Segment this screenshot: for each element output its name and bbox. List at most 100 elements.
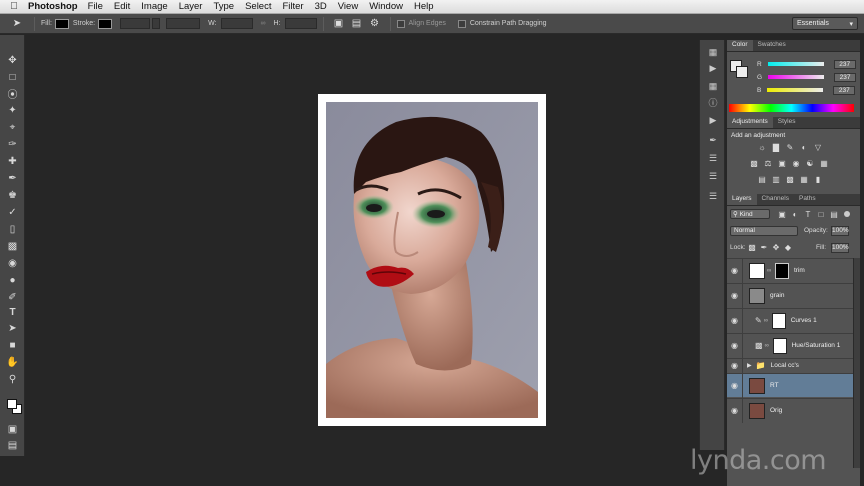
- tab-adjustments[interactable]: Adjustments: [727, 117, 773, 128]
- document-canvas[interactable]: [318, 94, 546, 426]
- tab-channels[interactable]: Channels: [757, 194, 794, 205]
- eye-icon[interactable]: ◉: [727, 358, 743, 373]
- crop-tool-icon[interactable]: ⌖: [5, 121, 20, 134]
- move-tool-icon[interactable]: ✥: [5, 54, 20, 67]
- link-icon[interactable]: ∞: [261, 20, 266, 27]
- menu-image[interactable]: Image: [141, 1, 167, 12]
- app-menu[interactable]: Photoshop: [28, 1, 78, 12]
- menu-view[interactable]: View: [338, 1, 358, 12]
- filter-adjustment-icon[interactable]: ◐: [790, 210, 800, 219]
- height-field[interactable]: [284, 18, 317, 29]
- red-slider[interactable]: [767, 62, 824, 66]
- pen-tool-icon[interactable]: ✐: [5, 291, 20, 304]
- foreground-background-colors[interactable]: [3, 399, 23, 417]
- screen-mode-icon[interactable]: ▤: [5, 439, 20, 452]
- layer-mask-thumbnail[interactable]: [775, 262, 789, 279]
- brightness-icon[interactable]: ☼: [757, 143, 767, 152]
- opacity-field[interactable]: 100%: [831, 226, 849, 236]
- blue-value[interactable]: 237: [833, 85, 856, 95]
- properties-icon[interactable]: ▦: [706, 80, 720, 92]
- path-alignment-icon[interactable]: ▤: [348, 16, 366, 32]
- paragraph-icon[interactable]: ☰: [706, 170, 720, 182]
- gradient-map-icon[interactable]: ▮: [813, 175, 823, 184]
- tab-paths[interactable]: Paths: [794, 194, 821, 205]
- menu-select[interactable]: Select: [245, 1, 271, 12]
- posterize-icon[interactable]: ▥: [771, 175, 781, 184]
- eye-icon[interactable]: ◉: [727, 308, 743, 333]
- blend-mode-dropdown[interactable]: Normal: [730, 226, 798, 236]
- workspace-switcher[interactable]: Essentials ▾: [792, 17, 858, 30]
- eyedropper-tool-icon[interactable]: ✑: [5, 138, 20, 151]
- brush-presets-icon[interactable]: ✒: [706, 134, 720, 146]
- rectangle-tool-icon[interactable]: ■: [5, 339, 20, 352]
- blur-tool-icon[interactable]: ◉: [5, 257, 20, 270]
- layer-hue-saturation[interactable]: ◉ ▩ ∞ Hue/Saturation 1: [727, 333, 853, 358]
- character-icon[interactable]: ☰: [706, 152, 720, 164]
- constrain-path-checkbox[interactable]: [457, 19, 466, 28]
- channel-mixer-icon[interactable]: ☯: [805, 159, 815, 168]
- eye-icon[interactable]: ◉: [727, 258, 743, 283]
- tool-presets-icon[interactable]: ☰: [706, 190, 720, 202]
- layer-mask-thumbnail[interactable]: [771, 312, 786, 329]
- quick-select-tool-icon[interactable]: ✦: [5, 104, 20, 117]
- menu-filter[interactable]: Filter: [282, 1, 303, 12]
- menu-file[interactable]: File: [88, 1, 103, 12]
- foreground-color-swatch[interactable]: [7, 399, 17, 409]
- hue-saturation-icon[interactable]: ▩: [749, 159, 759, 168]
- layer-orig[interactable]: ◉ Orig: [727, 398, 853, 423]
- width-field[interactable]: [220, 18, 253, 29]
- tab-styles[interactable]: Styles: [773, 117, 801, 128]
- eye-icon[interactable]: ◉: [727, 333, 743, 358]
- stroke-swatch[interactable]: [98, 18, 113, 29]
- path-selection-tool-icon[interactable]: ➤: [5, 322, 20, 335]
- apple-icon[interactable]: : [0, 1, 28, 12]
- chevron-right-icon[interactable]: ▶: [747, 362, 752, 369]
- info-icon[interactable]: ⓘ: [706, 96, 720, 108]
- clone-stamp-tool-icon[interactable]: ♚: [5, 189, 20, 202]
- history-icon[interactable]: ▦: [706, 46, 720, 58]
- type-tool-icon[interactable]: T: [5, 306, 20, 319]
- layer-group-local-ccs[interactable]: ◉ ▶ 📁 Local cc's: [727, 358, 853, 373]
- lock-all-icon[interactable]: ◆: [783, 243, 793, 252]
- green-slider[interactable]: [768, 75, 825, 79]
- black-white-icon[interactable]: ▣: [777, 159, 787, 168]
- color-balance-icon[interactable]: ⚖: [763, 159, 773, 168]
- path-arrangement-icon[interactable]: ⚙: [366, 16, 384, 32]
- history-brush-tool-icon[interactable]: ✓: [5, 206, 20, 219]
- menu-type[interactable]: Type: [213, 1, 234, 12]
- layer-curves[interactable]: ◉ ✎ ∞ Curves 1: [727, 308, 853, 333]
- layers-scrollbar[interactable]: [853, 258, 860, 468]
- align-edges-checkbox[interactable]: [396, 19, 405, 28]
- filter-smart-object-icon[interactable]: ▤: [829, 210, 839, 219]
- tab-layers[interactable]: Layers: [727, 194, 757, 205]
- exposure-icon[interactable]: ◐: [799, 143, 809, 152]
- eraser-tool-icon[interactable]: ▯: [5, 223, 20, 236]
- hand-tool-icon[interactable]: ✋: [5, 356, 20, 369]
- tab-color[interactable]: Color: [727, 40, 753, 51]
- color-lookup-icon[interactable]: ▦: [819, 159, 829, 168]
- curves-icon[interactable]: ✎: [785, 143, 795, 152]
- path-operations-icon[interactable]: ▣: [330, 16, 348, 32]
- lock-position-icon[interactable]: ✥: [771, 243, 781, 252]
- threshold-icon[interactable]: ▩: [785, 175, 795, 184]
- invert-icon[interactable]: ▤: [757, 175, 767, 184]
- healing-brush-tool-icon[interactable]: ✚: [5, 155, 20, 168]
- menu-3d[interactable]: 3D: [315, 1, 327, 12]
- menu-help[interactable]: Help: [414, 1, 434, 12]
- layer-mask-thumbnail[interactable]: [772, 337, 787, 354]
- levels-icon[interactable]: ▇: [771, 143, 781, 152]
- menu-edit[interactable]: Edit: [114, 1, 130, 12]
- eye-icon[interactable]: ◉: [727, 283, 743, 308]
- menu-layer[interactable]: Layer: [179, 1, 203, 12]
- gradient-tool-icon[interactable]: ▩: [5, 240, 20, 253]
- menu-window[interactable]: Window: [369, 1, 403, 12]
- dodge-tool-icon[interactable]: ●: [5, 274, 20, 287]
- filter-shape-icon[interactable]: □: [816, 210, 826, 219]
- lasso-tool-icon[interactable]: ⦿: [5, 87, 20, 101]
- layer-filter-dropdown[interactable]: ⚲ Kind: [730, 209, 770, 219]
- filter-type-icon[interactable]: T: [803, 210, 813, 219]
- quick-mask-icon[interactable]: ▣: [5, 423, 20, 436]
- layer-grain[interactable]: ◉ grain: [727, 283, 853, 308]
- background-color-chip[interactable]: [736, 66, 748, 78]
- eye-icon[interactable]: ◉: [727, 373, 743, 398]
